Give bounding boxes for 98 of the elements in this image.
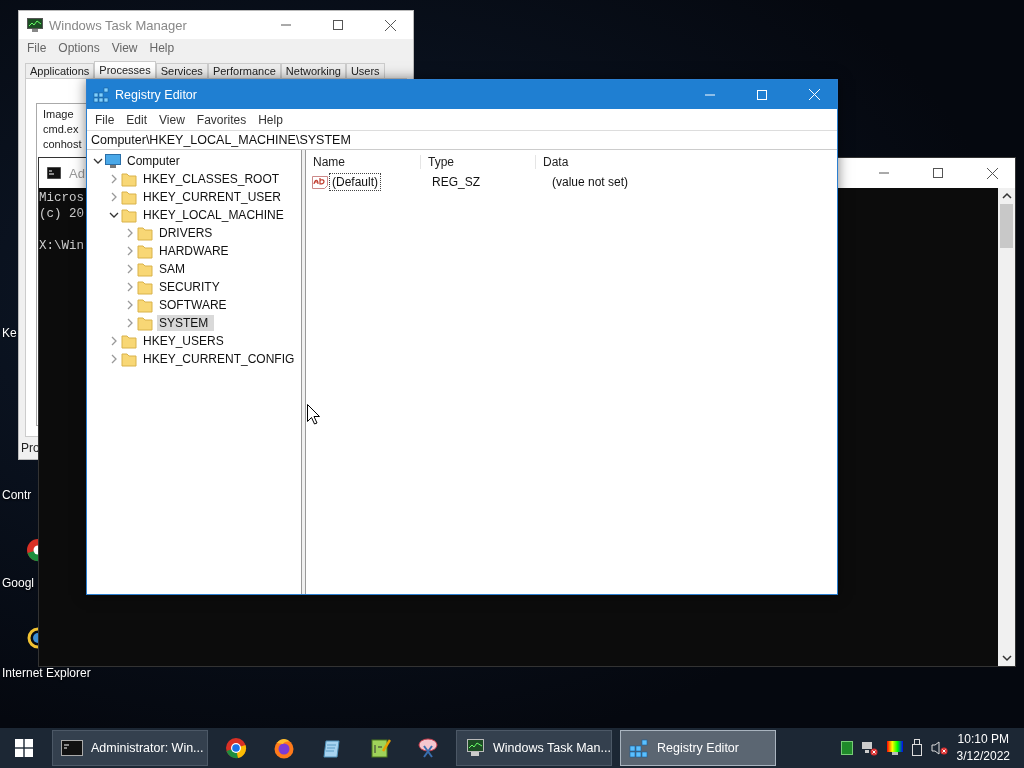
folder-icon <box>137 315 153 331</box>
tree-item[interactable]: Computer <box>125 153 182 169</box>
folder-icon <box>137 279 153 295</box>
taskbar-button[interactable]: Registry Editor <box>620 730 776 766</box>
menu-item[interactable]: File <box>89 112 121 127</box>
scroll-down-icon[interactable] <box>1001 654 1012 662</box>
desktop-icon-label[interactable]: Ke <box>2 326 17 340</box>
scroll-thumb[interactable] <box>1000 204 1013 248</box>
chevron-right-icon[interactable] <box>109 174 119 184</box>
menu-item[interactable]: Favorites <box>190 112 253 127</box>
chevron-down-icon[interactable] <box>109 210 119 220</box>
chevron-right-icon[interactable] <box>125 318 135 328</box>
console-text: Micros <box>39 190 84 206</box>
tree-item[interactable]: SYSTEM <box>157 315 215 331</box>
close-icon[interactable] <box>384 19 396 31</box>
monitor-icon <box>465 738 485 758</box>
windows-logo-icon <box>15 739 33 757</box>
folder-icon <box>137 225 153 241</box>
close-icon[interactable] <box>986 167 998 179</box>
process-name[interactable]: cmd.ex <box>43 123 79 136</box>
menu-item[interactable]: Help <box>143 41 181 55</box>
tree-item[interactable]: HKEY_USERS <box>141 333 226 349</box>
chevron-right-icon[interactable] <box>109 192 119 202</box>
menu-item[interactable]: Edit <box>120 112 154 127</box>
window-title: Windows Task Manager <box>49 17 187 33</box>
console-icon <box>61 740 83 756</box>
table-cell-text: (value not set) <box>551 175 630 189</box>
tab[interactable]: Performance <box>207 63 281 78</box>
tree-item[interactable]: HKEY_LOCAL_MACHINE <box>141 207 286 223</box>
desktop-icon-label[interactable]: Internet Explorer <box>2 666 91 680</box>
scrollbar[interactable] <box>998 188 1015 666</box>
tree-item[interactable]: HARDWARE <box>157 243 231 259</box>
tree-item[interactable]: HKEY_CURRENT_USER <box>141 189 284 205</box>
usb-drive-icon[interactable] <box>910 739 923 757</box>
menu-item[interactable]: File <box>21 41 53 55</box>
folder-icon <box>121 171 137 187</box>
window-title: Registry Editor <box>115 87 197 102</box>
desktop-icon-label[interactable]: Contr <box>2 488 32 502</box>
scroll-up-icon[interactable] <box>1001 192 1012 200</box>
folder-icon <box>137 297 153 313</box>
chevron-down-icon[interactable] <box>93 156 103 166</box>
menu-item[interactable]: Options <box>52 41 106 55</box>
chevron-right-icon[interactable] <box>125 264 135 274</box>
folder-icon <box>121 351 137 367</box>
cubes-icon <box>93 86 109 103</box>
console-icon <box>47 167 61 179</box>
tab[interactable]: Users <box>345 63 385 78</box>
clock-time[interactable]: 10:10 PM <box>957 731 1009 748</box>
folder-icon <box>137 261 153 277</box>
maximize-icon[interactable] <box>933 168 943 178</box>
taskbar-button[interactable]: Administrator: Win... <box>52 730 208 766</box>
chevron-right-icon[interactable] <box>125 246 135 256</box>
menu-item[interactable]: View <box>153 112 191 127</box>
folder-icon <box>121 333 137 349</box>
column-header[interactable]: Name <box>306 155 421 169</box>
chevron-right-icon[interactable] <box>125 282 135 292</box>
value-name[interactable]: (Default) <box>329 173 381 191</box>
column-header[interactable]: Data <box>536 155 650 169</box>
string-value-icon <box>312 175 328 189</box>
tree-item[interactable]: SECURITY <box>157 279 222 295</box>
tree-item[interactable]: HKEY_CLASSES_ROOT <box>141 171 282 187</box>
tab[interactable]: Networking <box>280 63 346 78</box>
address-bar[interactable]: Computer\HKEY_LOCAL_MACHINE\SYSTEM <box>87 130 837 150</box>
console-prompt: X:\Win <box>39 238 84 254</box>
chevron-right-icon[interactable] <box>109 354 119 364</box>
column-header[interactable]: Type <box>421 155 536 169</box>
tree-item[interactable]: SOFTWARE <box>157 297 229 313</box>
folder-icon <box>121 207 137 223</box>
mouse-pointer-icon <box>307 404 320 425</box>
cubes-icon <box>629 738 649 758</box>
taskbar-button[interactable]: Windows Task Man... <box>456 730 612 766</box>
chevron-right-icon[interactable] <box>125 300 135 310</box>
menu-item[interactable]: View <box>105 41 144 55</box>
table-cell-text: REG_SZ <box>431 175 481 189</box>
color-display-icon[interactable] <box>886 741 903 755</box>
window-title: Ad <box>69 165 85 181</box>
desktop-icon-label[interactable]: Googl <box>2 576 35 590</box>
computer-icon <box>105 154 121 168</box>
network-error-icon[interactable] <box>860 740 879 756</box>
console-text: (c) 20 <box>39 206 84 222</box>
tab[interactable]: Applications <box>25 63 95 78</box>
chip-icon[interactable] <box>840 741 853 755</box>
tree-item[interactable]: HKEY_CURRENT_CONFIG <box>141 351 297 367</box>
browser-icon[interactable] <box>26 626 38 650</box>
monitor-icon <box>27 18 43 32</box>
maximize-icon[interactable] <box>333 20 343 30</box>
tree-item[interactable]: DRIVERS <box>157 225 215 241</box>
clock-date[interactable]: 3/12/2022 <box>956 748 1010 765</box>
folder-icon <box>137 243 153 259</box>
tree-item[interactable]: SAM <box>157 261 187 277</box>
tab[interactable]: Processes <box>94 61 156 78</box>
tab[interactable]: Services <box>155 63 208 78</box>
menu-item[interactable]: Help <box>252 112 289 127</box>
column-header[interactable]: Image <box>43 108 74 121</box>
chevron-right-icon[interactable] <box>125 228 135 238</box>
chevron-right-icon[interactable] <box>109 336 119 346</box>
speaker-muted-icon[interactable] <box>930 740 949 756</box>
process-name[interactable]: conhost <box>43 138 82 151</box>
